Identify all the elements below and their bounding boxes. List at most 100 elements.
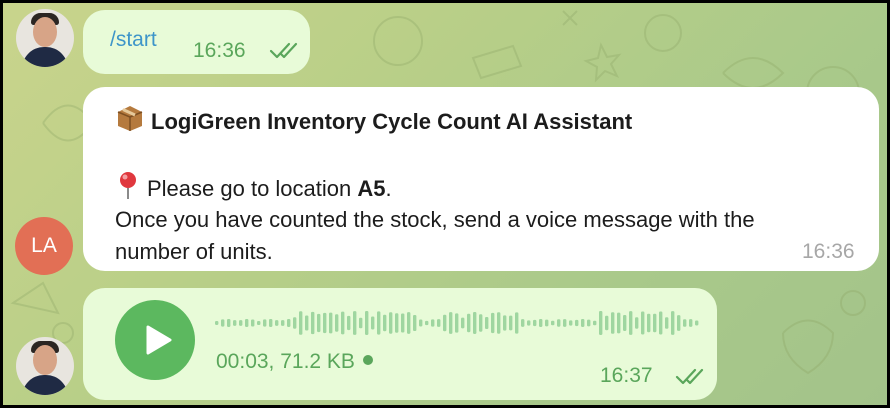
waveform-bar [431,319,435,327]
waveform-bar [569,320,573,326]
waveform-bar [239,320,243,326]
waveform-bar [611,312,615,334]
location-prefix: Please go to location [147,175,358,201]
voice-message-bubble[interactable]: 00:03, 71.2 KB 16:37 [83,288,717,400]
waveform-bar [587,319,591,327]
waveform-bar [257,320,261,326]
waveform-bar [479,314,483,332]
waveform-bar [365,311,369,335]
unlistened-dot-icon [362,355,373,365]
waveform-bar [521,319,525,327]
waveform-bar [581,319,585,327]
waveform-bar [605,315,609,331]
voice-meta: 00:03, 71.2 KB [216,350,373,374]
waveform-bar [353,311,357,335]
chat-window: /start 16:36 LA LogiGreen Inventory Cycl… [0,0,890,408]
waveform-bar [467,313,471,333]
waveform-bar [533,319,537,327]
waveform-bar [359,317,363,329]
waveform-bar [281,320,285,326]
user-avatar[interactable] [16,9,74,67]
waveform-bar [563,319,567,327]
user-avatar[interactable] [16,337,74,395]
waveform-bar [545,319,549,327]
waveform-bar [617,312,621,334]
waveform-bar [371,316,375,330]
waveform-bar [329,312,333,334]
location-suffix: . [385,175,392,201]
waveform-bar [575,319,579,327]
waveform-bar [227,319,231,327]
waveform-bar [389,312,393,334]
package-icon [117,106,143,131]
waveform-bar [323,312,327,334]
waveform-bar [629,311,633,335]
message-timestamp: 16:36 [193,39,246,62]
waveform-bar [293,317,297,329]
message-timestamp: 16:36 [802,240,855,263]
waveform-bar [287,319,291,327]
waveform-bar [593,320,597,326]
waveform-bar [641,311,645,335]
waveform-bar [419,319,423,327]
waveform-bar [437,319,441,327]
waveform-bar [215,321,219,325]
instruction-line-2: number of units. [115,238,273,264]
waveform-bar [683,319,687,327]
waveform-bar [509,315,513,331]
start-command-link[interactable]: /start [110,28,157,52]
waveform-bar [401,313,405,333]
waveform-bar [251,319,255,327]
waveform-bar [515,312,519,334]
waveform-bar [347,315,351,331]
bot-message-text: LogiGreen Inventory Cycle Count AI Assis… [115,103,835,267]
waveform-bar [221,319,225,327]
waveform-bar [659,311,663,335]
instruction-line-1: Once you have counted the stock, send a … [115,207,755,232]
waveform-bar [407,312,411,334]
message-timestamp: 16:37 [600,364,653,387]
waveform-bar [377,311,381,335]
voice-waveform[interactable] [215,306,705,340]
waveform-bar [299,311,303,335]
waveform-bar [491,312,495,334]
waveform-bar [689,319,693,327]
waveform-bar [311,311,315,335]
waveform-bar [263,319,267,327]
double-check-icon [675,368,704,385]
play-icon [146,325,172,355]
waveform-bar [233,320,237,326]
waveform-bar [395,313,399,333]
play-button[interactable] [115,300,195,380]
waveform-bar [665,317,669,329]
waveform-bar [425,320,429,326]
location-code: A5 [357,175,386,201]
bot-message-title: LogiGreen Inventory Cycle Count AI Assis… [151,109,633,134]
waveform-bar [623,315,627,331]
waveform-bar [551,320,555,326]
waveform-bar [413,314,417,332]
waveform-bar [473,312,477,334]
waveform-bar [527,320,531,326]
waveform-bar [635,317,639,329]
waveform-bar [317,313,321,333]
waveform-bar [653,313,657,333]
bot-message-bubble[interactable]: LogiGreen Inventory Cycle Count AI Assis… [83,87,879,271]
waveform-bar [245,319,249,327]
waveform-bar [305,315,309,331]
waveform-bar [383,314,387,332]
waveform-bar [443,314,447,332]
waveform-bar [455,313,459,333]
waveform-bar [341,311,345,335]
command-message-bubble[interactable]: /start 16:36 [83,10,310,74]
waveform-bar [671,311,675,335]
bot-avatar[interactable]: LA [15,217,73,275]
waveform-bar [599,311,603,335]
waveform-bar [275,320,279,326]
waveform-bar [449,312,453,334]
voice-duration-size: 00:03, 71.2 KB [216,350,355,373]
waveform-bar [335,314,339,332]
waveform-bar [269,319,273,327]
waveform-bar [461,317,465,329]
round-pushpin-icon [120,171,136,199]
